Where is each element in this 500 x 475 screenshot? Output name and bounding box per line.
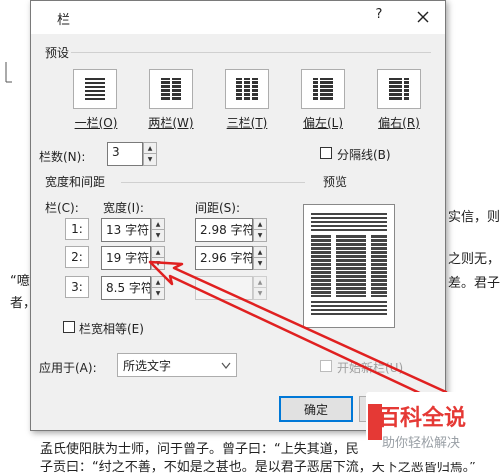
watermark-subtitle: 助你轻松解决 xyxy=(382,436,461,451)
watermark: 百科全说 助你轻松解决 xyxy=(366,392,500,462)
watermark-title: 百科全说 xyxy=(378,406,467,431)
